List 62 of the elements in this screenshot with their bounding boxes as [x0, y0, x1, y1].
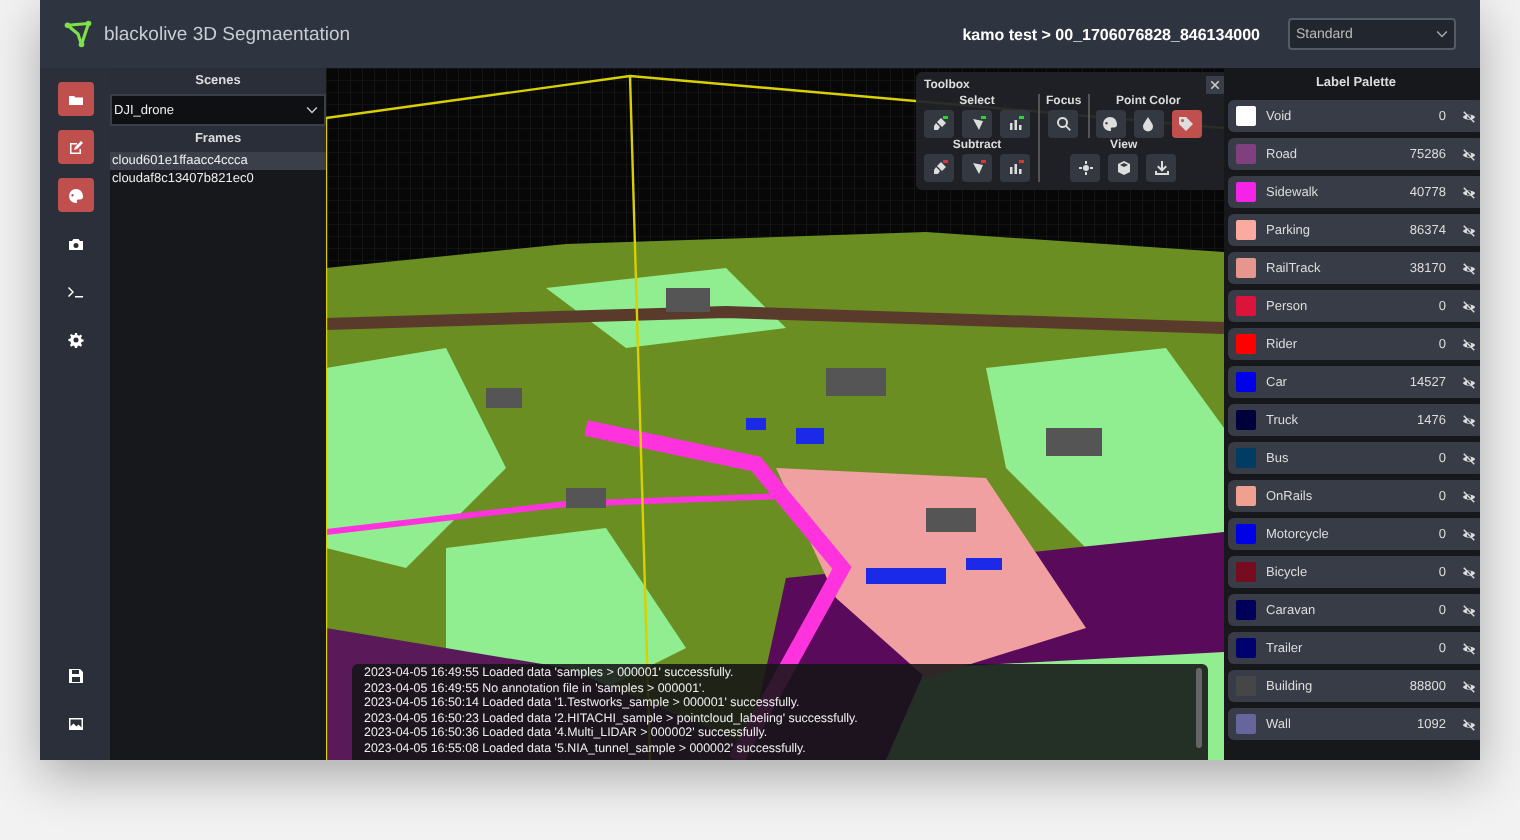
save-icon — [67, 667, 83, 683]
gear-icon — [67, 331, 83, 347]
scrollbar[interactable] — [1196, 668, 1202, 748]
tool-button[interactable] — [1070, 154, 1101, 182]
tool-button[interactable] — [1000, 110, 1030, 138]
drop-icon — [1140, 116, 1157, 132]
tool-button[interactable] — [962, 154, 992, 182]
edit-icon — [67, 139, 83, 155]
tag-icon — [1178, 116, 1195, 132]
chevron-icon — [306, 106, 318, 114]
edit-button[interactable] — [57, 130, 93, 164]
eye-slash-icon[interactable] — [1462, 375, 1476, 389]
polygon-icon — [969, 160, 985, 176]
tool-button[interactable] — [1000, 154, 1030, 182]
folder-button[interactable] — [57, 82, 93, 116]
eye-slash-icon[interactable] — [1462, 641, 1476, 655]
eye-slash-icon[interactable] — [1462, 299, 1476, 313]
eye-slash-icon[interactable] — [1462, 413, 1476, 427]
eye-slash-icon[interactable] — [1462, 489, 1476, 503]
eye-slash-icon[interactable] — [1462, 185, 1476, 199]
chevron-icon — [1436, 30, 1448, 38]
eye-slash-icon[interactable] — [1462, 527, 1476, 541]
brush-icon — [931, 160, 947, 176]
bar-chart-icon — [1007, 116, 1023, 132]
eye-slash-icon[interactable] — [1462, 223, 1476, 237]
eye-slash-icon[interactable] — [1462, 109, 1476, 123]
eye-slash-icon[interactable] — [1462, 337, 1476, 351]
eye-slash-icon[interactable] — [1462, 603, 1476, 617]
eye-slash-icon[interactable] — [1462, 451, 1476, 465]
image-icon — [67, 715, 83, 731]
eye-slash-icon[interactable] — [1462, 717, 1476, 731]
tool-button[interactable] — [1146, 154, 1177, 182]
tool-button[interactable] — [924, 110, 954, 138]
eye-slash-icon[interactable] — [1462, 565, 1476, 579]
logo-icon — [64, 20, 92, 48]
tool-button[interactable] — [1048, 110, 1079, 138]
close-button[interactable] — [1206, 76, 1224, 94]
polygon-icon — [969, 116, 985, 132]
search-icon — [1055, 116, 1072, 132]
tool-button[interactable] — [1171, 110, 1202, 138]
tool-button[interactable] — [924, 154, 954, 182]
folder-icon — [67, 91, 83, 107]
tool-button[interactable] — [962, 110, 992, 138]
breadcrumb: kamo test > 00_1706076828_846134000 — [962, 25, 1260, 43]
palette-icon — [1102, 116, 1119, 132]
terminal-icon — [67, 283, 83, 299]
eye-slash-icon[interactable] — [1462, 679, 1476, 693]
palette-icon — [67, 187, 83, 203]
brush-icon — [931, 116, 947, 132]
tool-button[interactable] — [1108, 154, 1139, 182]
app-title: blackolive 3D Segmaentation — [104, 23, 351, 45]
bar-chart-icon — [1007, 160, 1023, 176]
eye-slash-icon[interactable] — [1462, 261, 1476, 275]
camera-icon — [67, 235, 83, 251]
eye-slash-icon[interactable] — [1462, 147, 1476, 161]
tool-button[interactable] — [1133, 110, 1164, 138]
crosshair-icon — [1077, 160, 1094, 176]
close-icon — [1210, 80, 1220, 90]
cube-icon — [1115, 160, 1132, 176]
tool-button[interactable] — [1095, 110, 1126, 138]
palette-button[interactable] — [57, 178, 93, 212]
download-icon — [1153, 160, 1170, 176]
